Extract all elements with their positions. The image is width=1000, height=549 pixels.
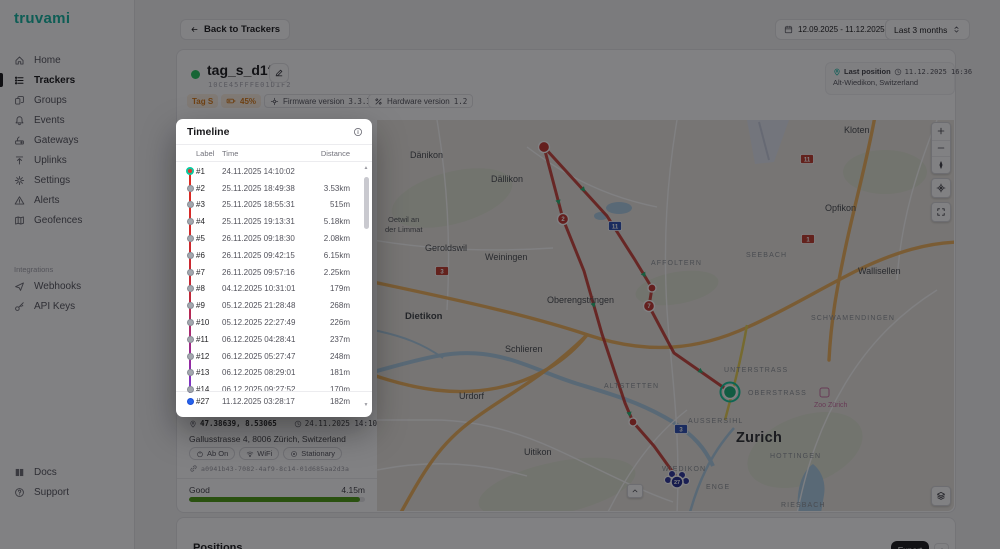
timeline-row[interactable]: #1 24.11.2025 14:10:02: [176, 163, 372, 180]
timeline-marker: [186, 369, 194, 377]
timeline-row-label: #6: [196, 250, 205, 260]
timeline-row-distance: 181m: [329, 368, 350, 378]
timeline-marker: [186, 352, 194, 360]
timeline-row-label: #10: [196, 318, 210, 328]
timeline-row-time: 25.11.2025 18:49:38: [222, 183, 295, 193]
timeline-column-headers: Label Time Distance: [176, 145, 372, 162]
timeline-marker: [186, 184, 194, 192]
timeline-pinned-row[interactable]: #27 11.12.2025 03:28:17 182m: [176, 391, 372, 410]
timeline-row[interactable]: #13 06.12.2025 08:29:01 181m: [176, 365, 372, 382]
timeline-row-label: #2: [196, 183, 205, 193]
app-root: truvami HomeTrackersGroupsEventsGateways…: [0, 0, 1000, 549]
timeline-row[interactable]: #12 06.12.2025 05:27:47 248m: [176, 348, 372, 365]
timeline-row-time: 25.11.2025 19:13:31: [222, 217, 295, 227]
timeline-row-label: #13: [196, 368, 210, 378]
modal-backdrop[interactable]: [0, 0, 1000, 549]
timeline-row[interactable]: #11 06.12.2025 04:28:41 237m: [176, 331, 372, 348]
timeline-row[interactable]: #4 25.11.2025 19:13:31 5.18km: [176, 213, 372, 230]
timeline-title: Timeline: [187, 125, 230, 138]
timeline-row-distance: 3.53km: [323, 183, 350, 193]
timeline-row-distance: 248m: [329, 351, 350, 361]
timeline-marker: [186, 167, 194, 176]
timeline-modal: Timeline Label Time Distance #1 24.11.202…: [176, 119, 372, 417]
column-label: Label: [196, 148, 215, 158]
timeline-row-distance: 515m: [329, 200, 350, 210]
timeline-marker: [186, 397, 194, 405]
timeline-row-time: 05.12.2025 22:27:49: [222, 318, 296, 328]
timeline-row-label: #9: [196, 301, 205, 311]
column-time: Time: [222, 148, 239, 158]
timeline-row-distance: 182m: [329, 396, 350, 406]
timeline-marker: [186, 335, 194, 343]
timeline-row-time: 04.12.2025 10:31:01: [222, 284, 296, 294]
timeline-marker: [186, 268, 194, 276]
column-distance: Distance: [320, 148, 350, 158]
timeline-row-distance: 268m: [329, 301, 350, 311]
timeline-row[interactable]: #7 26.11.2025 09:57:16 2.25km: [176, 264, 372, 281]
timeline-row-label: #12: [196, 351, 210, 361]
timeline-row[interactable]: #6 26.11.2025 09:42:15 6.15km: [176, 247, 372, 264]
timeline-row-distance: 2.08km: [323, 234, 350, 244]
timeline-marker: [186, 302, 194, 310]
timeline-modal-header: Timeline: [176, 119, 372, 145]
timeline-row-time: 06.12.2025 05:27:47: [222, 351, 296, 361]
timeline-marker: [186, 218, 194, 226]
timeline-row-label: #27: [196, 396, 210, 406]
timeline-row-label: #4: [196, 217, 205, 227]
timeline-marker: [186, 251, 194, 259]
timeline-row-label: #11: [196, 334, 209, 344]
timeline-marker: [186, 285, 194, 293]
info-icon[interactable]: [353, 127, 363, 137]
timeline-row-label: #3: [196, 200, 205, 210]
timeline-row[interactable]: #8 04.12.2025 10:31:01 179m: [176, 281, 372, 298]
timeline-row[interactable]: #3 25.11.2025 18:55:31 515m: [176, 197, 372, 214]
timeline-marker: [186, 201, 194, 209]
timeline-row-time: 11.12.2025 03:28:17: [222, 396, 295, 406]
timeline-row-time: 05.12.2025 21:28:48: [222, 301, 296, 311]
timeline-list[interactable]: #1 24.11.2025 14:10:02 #2 25.11.2025 18:49:…: [176, 163, 372, 393]
timeline-scrollbar-thumb[interactable]: [364, 177, 369, 229]
timeline-row-label: #1: [196, 166, 205, 176]
timeline-row-label: #8: [196, 284, 205, 294]
timeline-row-distance: 2.25km: [323, 267, 350, 277]
timeline-row-time: 24.11.2025 14:10:02: [222, 166, 295, 176]
timeline-row[interactable]: #5 26.11.2025 09:18:30 2.08km: [176, 230, 372, 247]
timeline-row-distance: 179m: [329, 284, 350, 294]
timeline-row-time: 25.11.2025 18:55:31: [222, 200, 295, 210]
timeline-marker: [186, 235, 194, 243]
timeline-row-label: #5: [196, 234, 205, 244]
timeline-row-distance: 5.18km: [323, 217, 350, 227]
timeline-marker: [186, 386, 194, 393]
timeline-row-time: 06.12.2025 04:28:41: [222, 334, 296, 344]
timeline-marker: [186, 319, 194, 327]
timeline-row[interactable]: #9 05.12.2025 21:28:48 268m: [176, 297, 372, 314]
timeline-row-distance: 237m: [329, 334, 350, 344]
timeline-row-time: 06.12.2025 08:29:01: [222, 368, 296, 378]
timeline-row-time: 26.11.2025 09:57:16: [222, 267, 295, 277]
timeline-row-time: 26.11.2025 09:42:15: [222, 250, 295, 260]
timeline-row-label: #7: [196, 267, 205, 277]
timeline-row-time: 26.11.2025 09:18:30: [222, 234, 295, 244]
timeline-row-distance: 226m: [329, 318, 350, 328]
timeline-row[interactable]: #2 25.11.2025 18:49:38 3.53km: [176, 180, 372, 197]
timeline-row[interactable]: #10 05.12.2025 22:27:49 226m: [176, 314, 372, 331]
timeline-row-distance: 6.15km: [323, 250, 350, 260]
